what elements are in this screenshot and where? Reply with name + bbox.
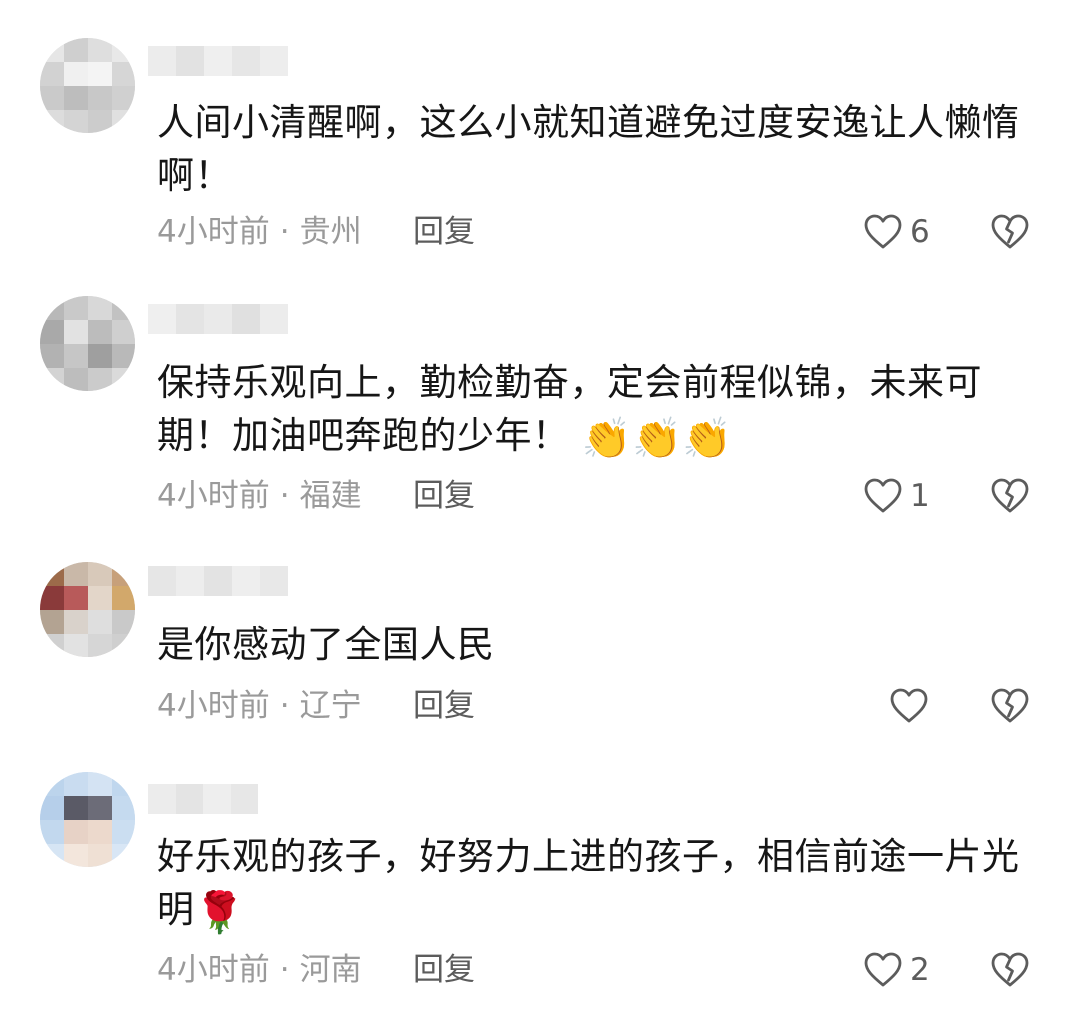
separator-dot: · (279, 688, 290, 724)
like-button[interactable] (890, 686, 936, 726)
comment-text: 人间小清醒啊，这么小就知道避免过度安逸让人懒惰啊！ (157, 96, 1047, 202)
heart-outline-icon (864, 478, 902, 513)
broken-heart-icon (991, 688, 1029, 723)
comment-time: 4小时前 (157, 214, 270, 250)
comment-text: 保持乐观向上，勤检勤奋，定会前程似锦，未来可期！加油吧奔跑的少年！ 👏👏👏 (157, 356, 1047, 466)
comment-body: 保持乐观向上，勤检勤奋，定会前程似锦，未来可期！加油吧奔跑的少年！ (157, 361, 982, 457)
comment-location: 河南 (299, 952, 362, 988)
comment-meta: 4小时前 · 河南 (157, 950, 362, 990)
heart-outline-icon (864, 214, 902, 249)
like-count: 2 (910, 952, 930, 988)
avatar[interactable] (40, 38, 135, 133)
comment-text: 好乐观的孩子，好努力上进的孩子，相信前途一片光明🌹 (157, 830, 1047, 940)
dislike-button[interactable] (990, 212, 1030, 252)
reply-button[interactable]: 回复 (413, 212, 475, 252)
broken-heart-icon (991, 214, 1029, 249)
heart-outline-icon (864, 952, 902, 987)
like-button[interactable]: 2 (864, 950, 930, 990)
clapping-hands-emoji: 👏👏👏 (581, 416, 733, 462)
like-count: 1 (910, 478, 930, 514)
comment-body: 人间小清醒啊，这么小就知道避免过度安逸让人懒惰啊！ (157, 101, 1020, 197)
avatar[interactable] (40, 772, 135, 867)
comment-body: 好乐观的孩子，好努力上进的孩子，相信前途一片光明 (157, 835, 1020, 931)
comment-text: 是你感动了全国人民 (157, 618, 1047, 671)
username-blurred[interactable] (148, 784, 258, 814)
broken-heart-icon (991, 952, 1029, 987)
comment-meta: 4小时前 · 福建 (157, 476, 362, 516)
broken-heart-icon (991, 478, 1029, 513)
comment-time: 4小时前 (157, 688, 270, 724)
separator-dot: · (279, 952, 290, 988)
comment-location: 福建 (299, 478, 362, 514)
heart-outline-icon (890, 688, 928, 723)
reply-button[interactable]: 回复 (413, 950, 475, 990)
avatar[interactable] (40, 562, 135, 657)
comment-location: 辽宁 (299, 688, 362, 724)
dislike-button[interactable] (990, 686, 1030, 726)
comment-time: 4小时前 (157, 952, 270, 988)
username-blurred[interactable] (148, 566, 288, 596)
rose-emoji: 🌹 (194, 890, 245, 936)
comment-time: 4小时前 (157, 478, 270, 514)
dislike-button[interactable] (990, 950, 1030, 990)
comment-location: 贵州 (299, 214, 362, 250)
separator-dot: · (279, 214, 290, 250)
username-blurred[interactable] (148, 304, 288, 334)
reply-button[interactable]: 回复 (413, 686, 475, 726)
avatar[interactable] (40, 296, 135, 391)
like-count: 6 (910, 214, 930, 250)
comment-meta: 4小时前 · 辽宁 (157, 686, 362, 726)
dislike-button[interactable] (990, 476, 1030, 516)
comment-body: 是你感动了全国人民 (157, 623, 495, 666)
like-button[interactable]: 1 (864, 476, 930, 516)
comment-meta: 4小时前 · 贵州 (157, 212, 362, 252)
like-button[interactable]: 6 (864, 212, 930, 252)
reply-button[interactable]: 回复 (413, 476, 475, 516)
separator-dot: · (279, 478, 290, 514)
username-blurred[interactable] (148, 46, 288, 76)
